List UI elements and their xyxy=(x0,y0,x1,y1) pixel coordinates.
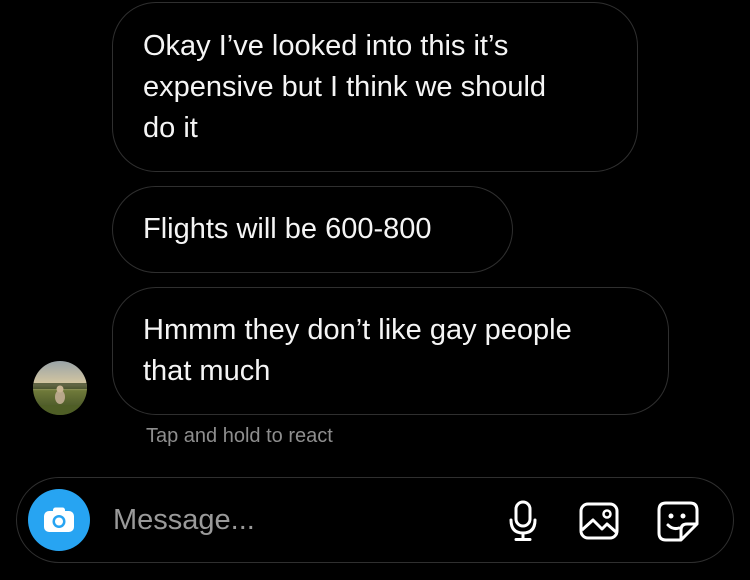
avatar-photo xyxy=(33,361,87,415)
microphone-button[interactable] xyxy=(501,499,545,543)
message-bubble[interactable]: Okay I’ve looked into this it’s expensiv… xyxy=(112,2,638,172)
message-text: Okay I’ve looked into this it’s expensiv… xyxy=(143,29,547,144)
message-input[interactable] xyxy=(113,498,473,542)
message-bubble[interactable]: Hmmm they don’t like gay people that muc… xyxy=(112,287,669,415)
sticker-button[interactable] xyxy=(656,499,700,543)
microphone-icon xyxy=(509,500,537,541)
sticker-icon xyxy=(657,501,699,542)
image-gallery-icon xyxy=(579,502,619,540)
gallery-button[interactable] xyxy=(577,499,621,543)
sender-avatar[interactable] xyxy=(33,361,87,415)
message-text: Flights will be 600-800 xyxy=(143,213,432,245)
camera-button[interactable] xyxy=(28,489,90,551)
message-composer xyxy=(16,477,734,563)
message-text: Hmmm they don’t like gay people that muc… xyxy=(143,314,572,387)
react-hint: Tap and hold to react xyxy=(146,425,333,447)
camera-icon xyxy=(44,507,74,532)
message-bubble[interactable]: Flights will be 600-800 xyxy=(112,186,513,273)
